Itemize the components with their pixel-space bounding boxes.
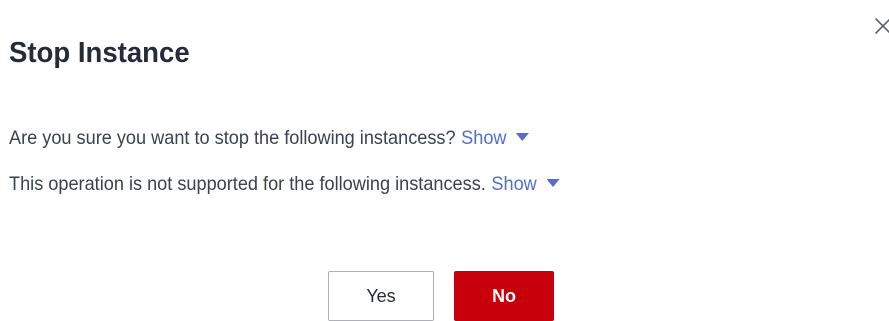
- no-button[interactable]: No: [454, 271, 554, 321]
- caret-down-icon: [546, 179, 560, 187]
- close-icon[interactable]: [871, 14, 889, 38]
- show-link-label: Show: [491, 173, 537, 195]
- stop-confirm-message: Are you sure you want to stop the follow…: [9, 126, 529, 150]
- show-link-label: Show: [461, 127, 507, 149]
- caret-down-icon: [515, 133, 529, 141]
- stop-instance-dialog: Stop Instance Are you sure you want to s…: [0, 0, 889, 321]
- unsupported-operation-message: This operation is not supported for the …: [9, 172, 560, 196]
- show-stop-instances-link[interactable]: Show: [461, 127, 529, 149]
- stop-confirm-text: Are you sure you want to stop the follow…: [9, 127, 456, 149]
- unsupported-operation-text: This operation is not supported for the …: [9, 173, 486, 195]
- dialog-title: Stop Instance: [9, 37, 190, 69]
- yes-button[interactable]: Yes: [328, 271, 434, 321]
- show-unsupported-instances-link[interactable]: Show: [491, 173, 560, 195]
